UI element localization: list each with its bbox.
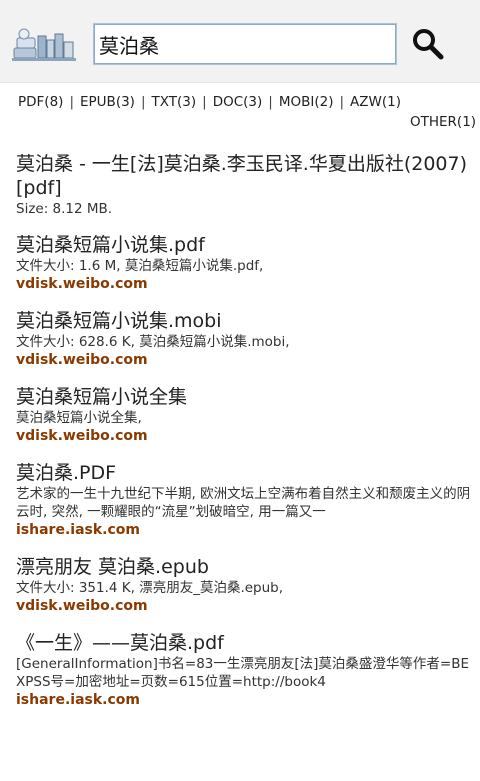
books-logo-icon[interactable]	[12, 26, 78, 62]
result-item: 莫泊桑短篇小说全集 莫泊桑短篇小说全集, vdisk.weibo.com	[16, 385, 474, 446]
result-title-link[interactable]: 漂亮朋友 莫泊桑.epub	[16, 555, 474, 579]
filter-epub[interactable]: EPUB(3)	[80, 94, 135, 110]
filter-pdf[interactable]: PDF(8)	[18, 94, 63, 110]
result-item: 莫泊桑.PDF 艺术家的一生十九世纪下半期, 欧洲文坛上空满布着自然主义和颓废主…	[16, 461, 474, 540]
result-source-host: vdisk.weibo.com	[16, 276, 148, 292]
result-item: 莫泊桑 - 一生[法]莫泊桑.李玉民译.华夏出版社(2007) [pdf] Si…	[16, 152, 474, 218]
result-item: 莫泊桑短篇小说集.pdf 文件大小: 1.6 M, 莫泊桑短篇小说集.pdf, …	[16, 233, 474, 294]
format-filter-bar: PDF(8) | EPUB(3) | TXT(3) | DOC(3) | MOBI(2) | AZW…	[0, 94, 480, 134]
filter-separator: |	[140, 94, 146, 110]
filter-separator: |	[202, 94, 207, 110]
filter-separator: |	[69, 94, 74, 110]
result-description: Size: 8.12 MB.	[16, 201, 113, 217]
result-source-host: ishare.iask.com	[16, 692, 140, 708]
result-title-link[interactable]: 莫泊桑短篇小说集.pdf	[16, 233, 474, 257]
filter-doc[interactable]: DOC(3)	[213, 94, 263, 110]
result-description: 文件大小: 628.6 K, 莫泊桑短篇小说集.mobi,	[16, 334, 290, 350]
result-source-host: ishare.iask.com	[16, 522, 140, 538]
filter-other[interactable]: OTHER(1)	[410, 114, 476, 130]
result-title-link[interactable]: 莫泊桑 - 一生[法]莫泊桑.李玉民译.华夏出版社(2007) [pdf]	[16, 152, 474, 200]
search-input[interactable]	[93, 23, 397, 65]
filter-separator: |	[268, 94, 273, 110]
search-results-list: 莫泊桑 - 一生[法]莫泊桑.李玉民译.华夏出版社(2007) [pdf] Si…	[16, 152, 474, 725]
search-button[interactable]	[408, 24, 448, 64]
filter-mobi[interactable]: MOBI(2)	[279, 94, 334, 110]
result-description: 艺术家的一生十九世纪下半期, 欧洲文坛上空满布着自然主义和颓废主义的阴云时, 突…	[16, 486, 471, 520]
top-bar	[0, 0, 480, 83]
result-item: 莫泊桑短篇小说集.mobi 文件大小: 628.6 K, 莫泊桑短篇小说集.mo…	[16, 309, 474, 370]
result-title-link[interactable]: 《一生》——莫泊桑.pdf	[16, 631, 474, 655]
filter-separator: |	[339, 94, 345, 110]
result-title-link[interactable]: 莫泊桑短篇小说集.mobi	[16, 309, 474, 333]
result-description: 莫泊桑短篇小说全集,	[16, 410, 142, 426]
result-source-host: vdisk.weibo.com	[16, 598, 148, 614]
result-source-host: vdisk.weibo.com	[16, 352, 148, 368]
result-description: 文件大小: 351.4 K, 漂亮朋友_莫泊桑.epub,	[16, 580, 284, 596]
result-title-link[interactable]: 莫泊桑.PDF	[16, 461, 474, 485]
result-item: 《一生》——莫泊桑.pdf [GeneralInformation]书名=83一…	[16, 631, 474, 710]
result-description: [GeneralInformation]书名=83一生漂亮朋友[法]莫泊桑盛澄华…	[16, 656, 470, 690]
result-description: 文件大小: 1.6 M, 莫泊桑短篇小说集.pdf,	[16, 258, 264, 274]
result-source-host: vdisk.weibo.com	[16, 428, 148, 444]
result-item: 漂亮朋友 莫泊桑.epub 文件大小: 351.4 K, 漂亮朋友_莫泊桑.ep…	[16, 555, 474, 616]
filter-txt[interactable]: TXT(3)	[152, 94, 197, 110]
result-title-link[interactable]: 莫泊桑短篇小说全集	[16, 385, 474, 409]
filter-azw[interactable]: AZW(1)	[350, 94, 401, 110]
search-icon	[413, 29, 444, 60]
